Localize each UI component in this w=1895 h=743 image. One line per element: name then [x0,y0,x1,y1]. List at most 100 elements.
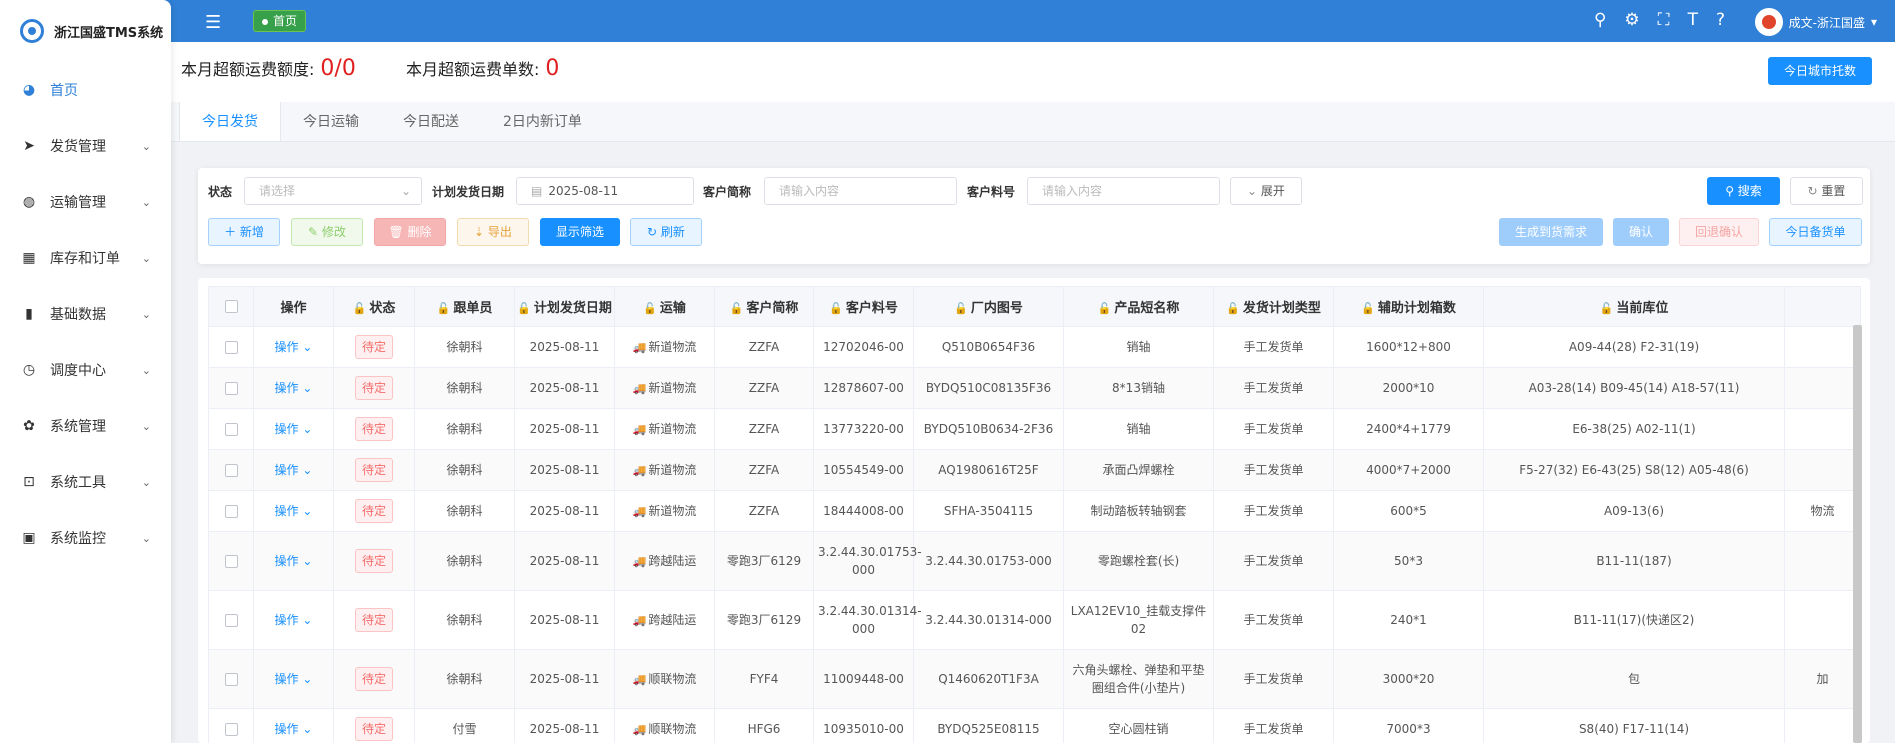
rollback-button[interactable]: 回退确认 [1679,218,1759,246]
op-dropdown[interactable]: 操作 ⌄ [275,422,313,436]
confirm-button[interactable]: 确认 [1613,218,1669,246]
op-dropdown[interactable]: 操作 ⌄ [275,554,313,568]
select-all-checkbox[interactable] [224,300,238,313]
globe-icon: ◍ [22,194,36,210]
status-badge: 待定 [354,458,393,482]
table-row[interactable]: 操作 ⌄ 待定 付雪 2025-08-11 🚚 顺联物流 HFG6 10935010-00 BY… [208,708,1861,743]
customer-input[interactable]: 请输入内容 [764,177,957,205]
cell-drawing: BYDQ525E08115 [913,708,1064,743]
tab-3[interactable]: 2日内新订单 [481,102,604,141]
column-header-label: 客户简称 [746,301,799,316]
op-dropdown[interactable]: 操作 ⌄ [275,340,313,354]
transport-value: 新道物流 [648,380,697,395]
sidebar-item-1[interactable]: ➤ 发货管理 ⌄ [0,118,171,174]
font-size-icon[interactable]: T [1688,10,1698,30]
reset-button[interactable]: ↻ 重置 [1790,177,1863,205]
tag-home[interactable]: 首页 [253,10,307,32]
table-scrollbar[interactable] [1853,325,1862,743]
clock-icon: ◷ [22,362,36,378]
table-row[interactable]: 操作 ⌄ 待定 徐朝科 2025-08-11 🚚 新道物流 ZZFA 10554549-00 A… [208,449,1861,491]
sidebar-item-2[interactable]: ◍ 运输管理 ⌄ [0,174,171,230]
column-header-extra [1784,286,1861,327]
menu-fold-icon[interactable]: ☰ [205,12,221,33]
table-row[interactable]: 操作 ⌄ 待定 徐朝科 2025-08-11 🚚 跨越陆运 零跑3厂6129 3.2.44.3… [208,590,1861,650]
add-button[interactable]: ＋ 新增 [208,218,280,246]
row-checkbox[interactable] [224,614,238,627]
table-row[interactable]: 操作 ⌄ 待定 徐朝科 2025-08-11 🚚 顺联物流 FYF4 11009448-00 Q… [208,649,1861,709]
part-input[interactable]: 请输入内容 [1027,177,1220,205]
op-cell: 操作 ⌄ [253,367,334,409]
search-icon[interactable]: ⚲ [1594,10,1606,30]
column-header[interactable]: 🔓 运输 [614,286,715,327]
sidebar-item-6[interactable]: ✿ 系统管理 ⌄ [0,398,171,454]
settings-icon[interactable]: ⚙ [1624,10,1639,30]
column-header[interactable]: 🔓 产品短名称 [1063,286,1214,327]
user-menu[interactable]: 成文-浙江国盛 ▾ [1754,8,1877,36]
column-header[interactable]: 🔓 辅助计划箱数 [1333,286,1484,327]
table-row[interactable]: 操作 ⌄ 待定 徐朝科 2025-08-11 🚚 跨越陆运 零跑3厂6129 3.2.44.3… [208,531,1861,591]
table-row[interactable]: 操作 ⌄ 待定 徐朝科 2025-08-11 🚚 新道物流 ZZFA 13773220-00 B… [208,408,1861,450]
column-header[interactable]: 🔓 发货计划类型 [1213,286,1334,327]
column-header-label: 状态 [369,301,396,316]
sidebar-item-4[interactable]: ▮ 基础数据 ⌄ [0,286,171,342]
sidebar-item-3[interactable]: ▦ 库存和订单 ⌄ [0,230,171,286]
fullscreen-icon[interactable]: ⛶ [1658,10,1670,30]
row-checkbox[interactable] [224,464,238,477]
today-city-button[interactable]: 今日城市托数 [1767,57,1872,85]
gen-demand-button[interactable]: 生成到货需求 [1499,218,1603,246]
refresh-button[interactable]: ↻ 刷新 [630,218,702,246]
column-header[interactable]: 操作 [253,286,334,327]
sidebar-item-8[interactable]: ▣ 系统监控 ⌄ [0,510,171,566]
today-stock-button[interactable]: 今日备货单 [1769,218,1862,246]
caret-down-icon: ▾ [1870,15,1877,29]
truck-icon: 🚚 [632,340,647,354]
edit-button[interactable]: ✎ 修改 [291,218,363,246]
column-header[interactable]: 🔓 客户简称 [714,286,814,327]
cell-customer: ZZFA [714,449,814,491]
sidebar-item-5[interactable]: ◷ 调度中心 ⌄ [0,342,171,398]
op-dropdown[interactable]: 操作 ⌄ [275,381,313,395]
status-select[interactable]: 请选择 ⌄ [244,177,422,205]
expand-button[interactable]: ⌄ 展开 [1230,177,1302,205]
row-checkbox[interactable] [224,505,238,518]
op-dropdown[interactable]: 操作 ⌄ [275,613,313,627]
op-dropdown[interactable]: 操作 ⌄ [275,463,313,477]
cell-location: E6-38(25) A02-11(1) [1483,408,1785,450]
cell-transport: 🚚 顺联物流 [614,708,715,743]
row-checkbox[interactable] [224,723,238,736]
date-picker[interactable]: ▤ 2025-08-11 [516,177,694,205]
table-row[interactable]: 操作 ⌄ 待定 徐朝科 2025-08-11 🚚 新道物流 ZZFA 12878607-00 B… [208,367,1861,409]
cell-part: 13773220-00 [813,408,914,450]
search-button[interactable]: ⚲ 搜索 [1707,177,1780,205]
cell-boxes: 240*1 [1333,590,1484,650]
delete-button[interactable]: 🗑 删除 [374,218,446,246]
status-badge: 待定 [354,335,393,359]
column-header[interactable]: 🔓 跟单员 [414,286,515,327]
row-checkbox[interactable] [224,382,238,395]
chevron-down-icon: ⌄ [302,613,313,627]
tab-1[interactable]: 今日运输 [281,102,381,141]
tab-0[interactable]: 今日发货 [179,102,281,141]
op-dropdown[interactable]: 操作 ⌄ [275,672,313,686]
column-header[interactable]: 🔓 计划发货日期 [514,286,615,327]
user-name: 成文-浙江国盛 [1788,15,1865,30]
row-checkbox[interactable] [224,673,238,686]
column-header[interactable]: 🔓 厂内图号 [913,286,1064,327]
column-header[interactable]: 🔓 当前库位 [1483,286,1785,327]
show-filter-button[interactable]: 显示筛选 [540,218,620,246]
column-header[interactable]: 🔓 状态 [333,286,415,327]
sidebar-item-7[interactable]: ⊡ 系统工具 ⌄ [0,454,171,510]
sidebar-item-0[interactable]: ◕ 首页 [0,62,171,118]
export-button[interactable]: ⇣ 导出 [457,218,529,246]
cell-part: 12878607-00 [813,367,914,409]
row-checkbox[interactable] [224,555,238,568]
tab-2[interactable]: 今日配送 [381,102,481,141]
op-dropdown[interactable]: 操作 ⌄ [275,504,313,518]
row-checkbox[interactable] [224,423,238,436]
table-row[interactable]: 操作 ⌄ 待定 徐朝科 2025-08-11 🚚 新道物流 ZZFA 18444008-00 S… [208,490,1861,532]
row-checkbox[interactable] [224,341,238,354]
column-header[interactable]: 🔓 客户料号 [813,286,914,327]
table-row[interactable]: 操作 ⌄ 待定 徐朝科 2025-08-11 🚚 新道物流 ZZFA 12702046-00 Q… [208,326,1861,368]
help-icon[interactable]: ? [1716,10,1725,30]
op-dropdown[interactable]: 操作 ⌄ [275,722,313,736]
